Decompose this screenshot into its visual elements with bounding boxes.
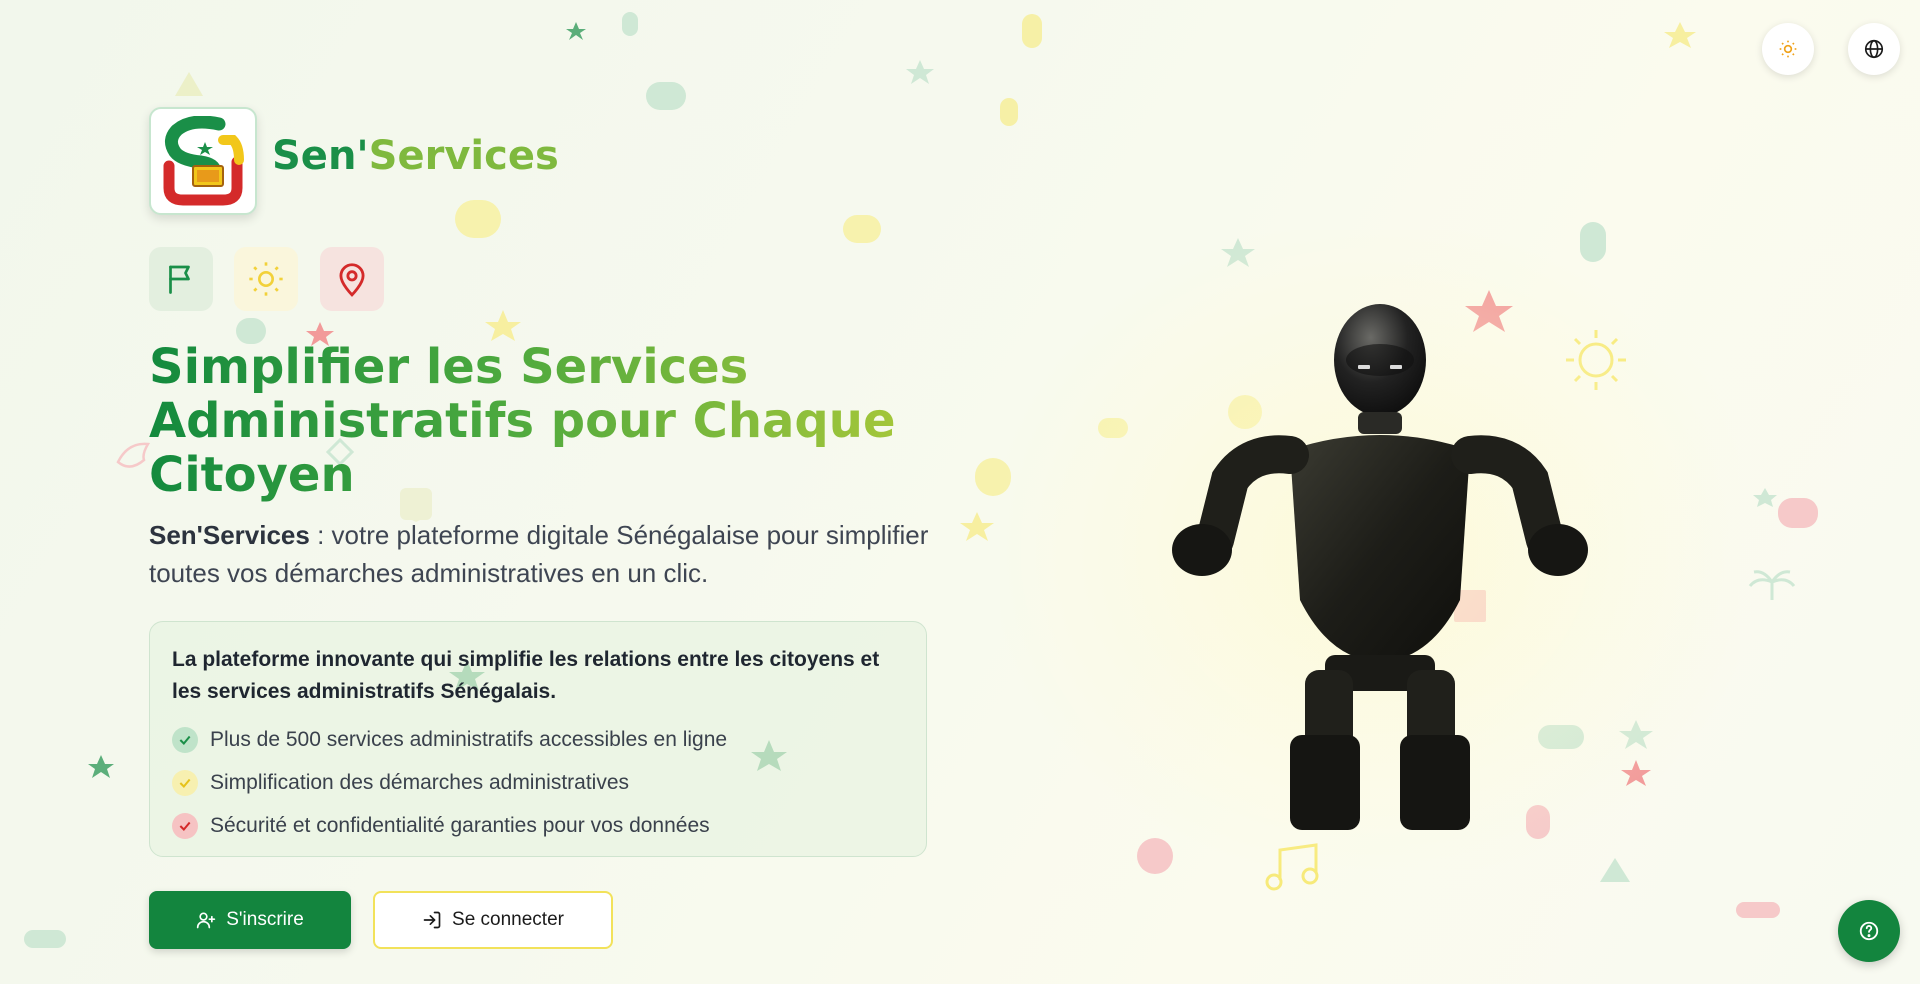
feature-text: Simplification des démarches administrat… [210, 770, 630, 794]
hero-lead: Sen'Services : votre plateforme digitale… [149, 516, 929, 592]
brand-name-part2: Services [368, 133, 559, 179]
feature-text: Plus de 500 services administratifs acce… [210, 727, 728, 751]
login-button[interactable]: Se connecter [373, 891, 613, 949]
app-logo[interactable] [149, 107, 257, 215]
signup-button[interactable]: S'inscrire [149, 891, 351, 949]
sun-icon [249, 262, 283, 296]
globe-icon [1864, 39, 1884, 59]
login-label: Se connecter [452, 909, 564, 930]
feature-card-title: La plateforme innovante qui simplifie le… [172, 648, 880, 703]
sun-icon [1779, 40, 1797, 58]
help-circle-icon [1859, 921, 1879, 941]
flag-icon [169, 265, 190, 294]
map-pin-icon [339, 263, 365, 297]
lead-brand: Sen'Services [149, 520, 310, 550]
language-button[interactable] [1848, 23, 1900, 75]
feature-item: Sécurité et confidentialité garanties po… [172, 804, 904, 847]
hero-headline: Simplifier les Services Administratifs p… [149, 340, 909, 502]
logo-emblem-icon [163, 116, 244, 206]
robot-illustration [1172, 304, 1588, 830]
feature-item: Simplification des démarches administrat… [172, 761, 904, 804]
location-chip [320, 247, 384, 311]
user-plus-icon [197, 912, 216, 929]
feature-card: La plateforme innovante qui simplifie le… [149, 621, 927, 857]
signup-label: S'inscrire [226, 909, 304, 930]
feature-item: Plus de 500 services administratifs acce… [172, 718, 904, 761]
check-icon [172, 812, 198, 839]
sun-chip [234, 247, 298, 311]
log-in-icon [423, 911, 441, 929]
flag-chip [149, 247, 213, 311]
feature-text: Sécurité et confidentialité garanties po… [210, 813, 710, 837]
check-icon [172, 726, 198, 753]
help-button[interactable] [1838, 900, 1900, 962]
theme-toggle-button[interactable] [1762, 23, 1814, 75]
brand-name: Sen'Services [272, 133, 559, 179]
brand-name-part1: Sen' [272, 133, 369, 179]
check-icon [172, 769, 198, 796]
